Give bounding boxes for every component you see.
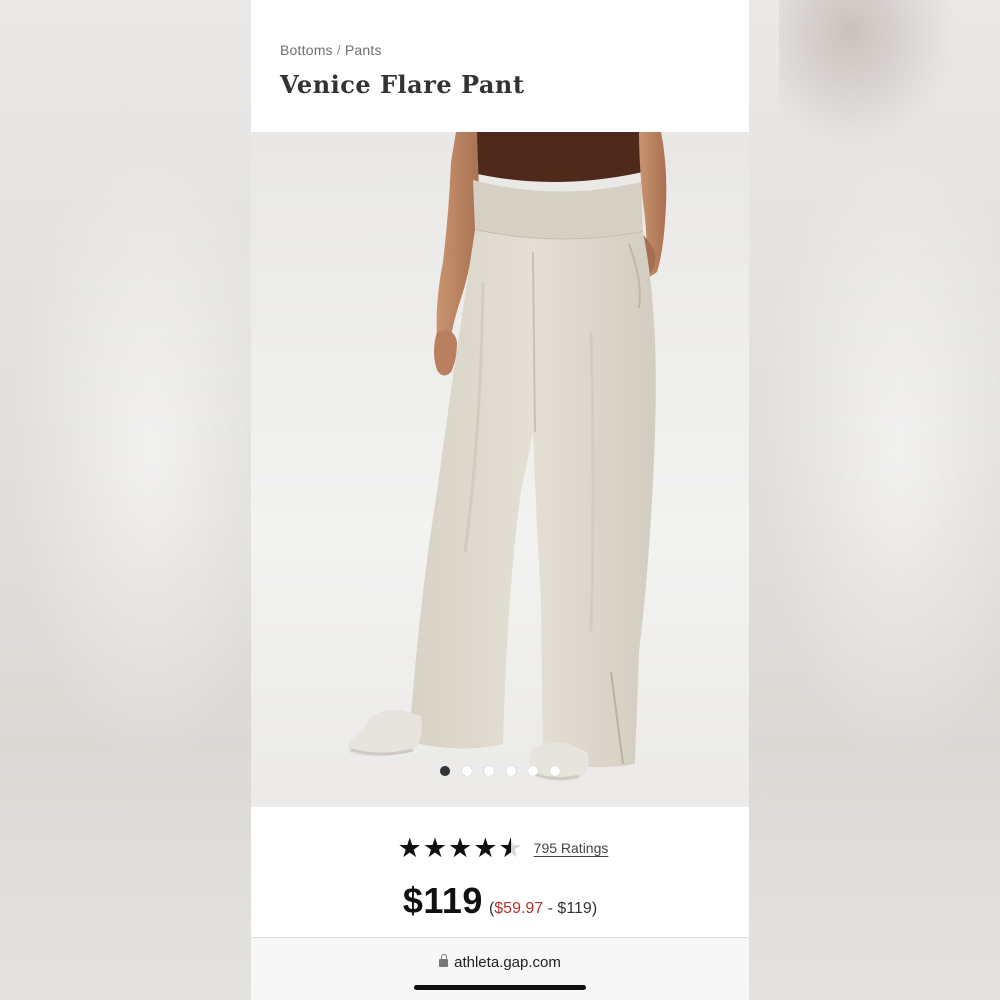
- product-photo-illustration: [251, 132, 749, 804]
- star-rating: ★★★★★ ★★★★★: [397, 834, 524, 862]
- ratings-count-link[interactable]: 795 Ratings: [534, 840, 609, 856]
- price-range-rest: - $119): [543, 900, 598, 917]
- product-header: Bottoms / Pants Venice Flare Pant: [251, 0, 749, 132]
- lock-icon: [439, 954, 449, 967]
- carousel-dot-3[interactable]: [484, 766, 494, 776]
- home-indicator[interactable]: [414, 985, 586, 990]
- sale-price: $59.97: [494, 900, 544, 917]
- url-text: athleta.gap.com: [454, 954, 561, 971]
- price-row: $119 ($59.97 - $119): [251, 880, 749, 924]
- rating-row: ★★★★★ ★★★★★ 795 Ratings: [251, 832, 749, 864]
- carousel-dot-1[interactable]: [440, 766, 450, 776]
- carousel-dot-4[interactable]: [506, 766, 516, 776]
- breadcrumb-pants[interactable]: Pants: [345, 42, 382, 58]
- browser-address-bar[interactable]: athleta.gap.com: [251, 937, 749, 1000]
- breadcrumb-bottoms[interactable]: Bottoms: [280, 42, 333, 58]
- product-price: $119: [402, 880, 483, 921]
- section-divider: [251, 804, 749, 807]
- carousel-dot-6[interactable]: [550, 766, 560, 776]
- price-range: ($59.97 - $119): [489, 900, 597, 918]
- product-title: Venice Flare Pant: [280, 70, 525, 99]
- breadcrumb: Bottoms / Pants: [280, 42, 382, 58]
- star-icons-filled: ★★★★★: [397, 834, 511, 862]
- blurred-backdrop-right: [749, 0, 1000, 1000]
- product-image[interactable]: [251, 132, 749, 804]
- carousel-dot-5[interactable]: [528, 766, 538, 776]
- carousel-dot-2[interactable]: [462, 766, 472, 776]
- breadcrumb-separator: /: [336, 42, 341, 58]
- carousel-dots: [251, 766, 749, 778]
- phone-screen: Bottoms / Pants Venice Flare Pant ★★★★★ …: [251, 0, 749, 1000]
- url-display[interactable]: athleta.gap.com: [251, 954, 749, 971]
- blurred-backdrop-left: [0, 0, 251, 1000]
